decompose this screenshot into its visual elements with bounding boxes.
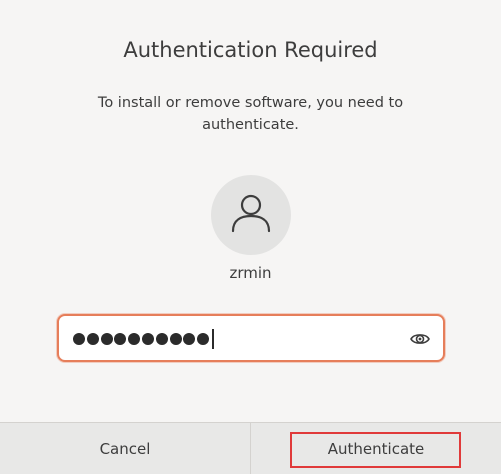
eye-icon[interactable] — [409, 328, 431, 350]
text-caret — [211, 329, 214, 349]
authenticate-button-label: Authenticate — [327, 440, 425, 458]
dialog-button-bar: Cancel Authenticate — [0, 422, 501, 474]
authentication-dialog: Authentication Required To install or re… — [0, 0, 501, 474]
username-label: zrmin — [229, 264, 272, 282]
password-dot — [86, 333, 99, 345]
dialog-title: Authentication Required — [123, 38, 378, 62]
cancel-button-label: Cancel — [99, 440, 151, 458]
password-dot — [141, 333, 154, 345]
password-dot — [183, 333, 196, 345]
password-dot — [169, 333, 182, 345]
authenticate-button[interactable]: Authenticate — [251, 423, 501, 474]
dialog-message: To install or remove software, you need … — [97, 95, 404, 133]
cancel-button[interactable]: Cancel — [0, 423, 251, 474]
avatar — [211, 175, 291, 255]
password-dot — [128, 333, 141, 345]
password-dot — [73, 333, 85, 345]
password-dot — [114, 333, 127, 345]
password-field[interactable] — [57, 314, 445, 362]
password-mask — [73, 328, 214, 350]
user-icon — [231, 194, 271, 233]
password-dot — [155, 333, 168, 345]
password-dot — [100, 333, 113, 345]
password-dot — [197, 333, 210, 345]
